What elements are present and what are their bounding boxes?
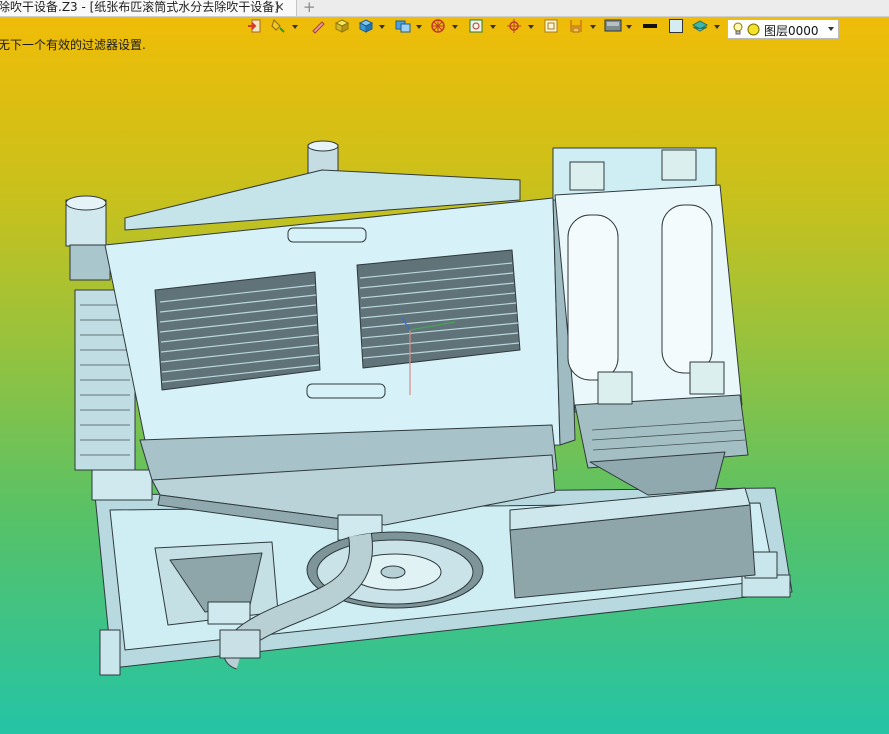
layer-name: 图层0000 <box>764 24 819 38</box>
display-dropdown-icon[interactable] <box>626 25 632 29</box>
pan-target-icon[interactable] <box>506 18 522 40</box>
view-orientation-icon[interactable] <box>394 18 412 40</box>
3d-viewport[interactable]: 除吹干设备.Z3 - [纸张布匹滚筒式水分去除吹干设备] × + 无下一个有效的… <box>0 0 889 734</box>
status-message: 无下一个有效的过滤器设置. <box>0 38 146 52</box>
zoom-dropdown-icon[interactable] <box>490 25 496 29</box>
view-dropdown-icon[interactable] <box>416 25 422 29</box>
new-tab-icon[interactable]: + <box>303 0 316 16</box>
pencil-icon[interactable] <box>310 18 326 40</box>
layer-color-icon[interactable] <box>747 23 760 39</box>
machine-3d-model[interactable] <box>0 0 889 734</box>
pan-dropdown-icon[interactable] <box>528 25 534 29</box>
shaded-cube-icon[interactable] <box>334 18 350 40</box>
layers-icon[interactable] <box>692 18 708 40</box>
blue-cube-icon[interactable] <box>358 18 374 40</box>
render-dropdown-icon[interactable] <box>379 25 385 29</box>
line-style-icon[interactable] <box>642 18 658 40</box>
wheel-dropdown-icon[interactable] <box>452 25 458 29</box>
display-mode-icon[interactable] <box>604 18 622 40</box>
layers-dropdown-icon[interactable] <box>714 25 720 29</box>
zoom-frame-icon[interactable] <box>468 18 484 40</box>
paint-dropdown-icon[interactable] <box>292 25 298 29</box>
wheel-icon[interactable] <box>430 18 446 40</box>
document-tab[interactable]: 除吹干设备.Z3 - [纸张布匹滚筒式水分去除吹干设备] × <box>0 0 297 16</box>
document-tab-title: 除吹干设备.Z3 - [纸张布匹滚筒式水分去除吹干设备] <box>0 0 279 14</box>
lightbulb-icon[interactable] <box>732 22 744 39</box>
import-icon[interactable] <box>246 18 262 40</box>
document-tab-bar: 除吹干设备.Z3 - [纸张布匹滚筒式水分去除吹干设备] × + <box>0 0 889 17</box>
close-tab-icon[interactable]: × <box>274 0 285 15</box>
paint-icon[interactable] <box>270 18 286 40</box>
fit-view-icon[interactable] <box>543 18 559 40</box>
dimension-dropdown-icon[interactable] <box>590 25 596 29</box>
layer-select[interactable]: 图层0000 <box>727 19 839 39</box>
dimension-icon[interactable] <box>568 18 584 40</box>
color-swatch-icon[interactable] <box>668 18 684 40</box>
layer-dropdown-icon[interactable] <box>828 27 834 31</box>
